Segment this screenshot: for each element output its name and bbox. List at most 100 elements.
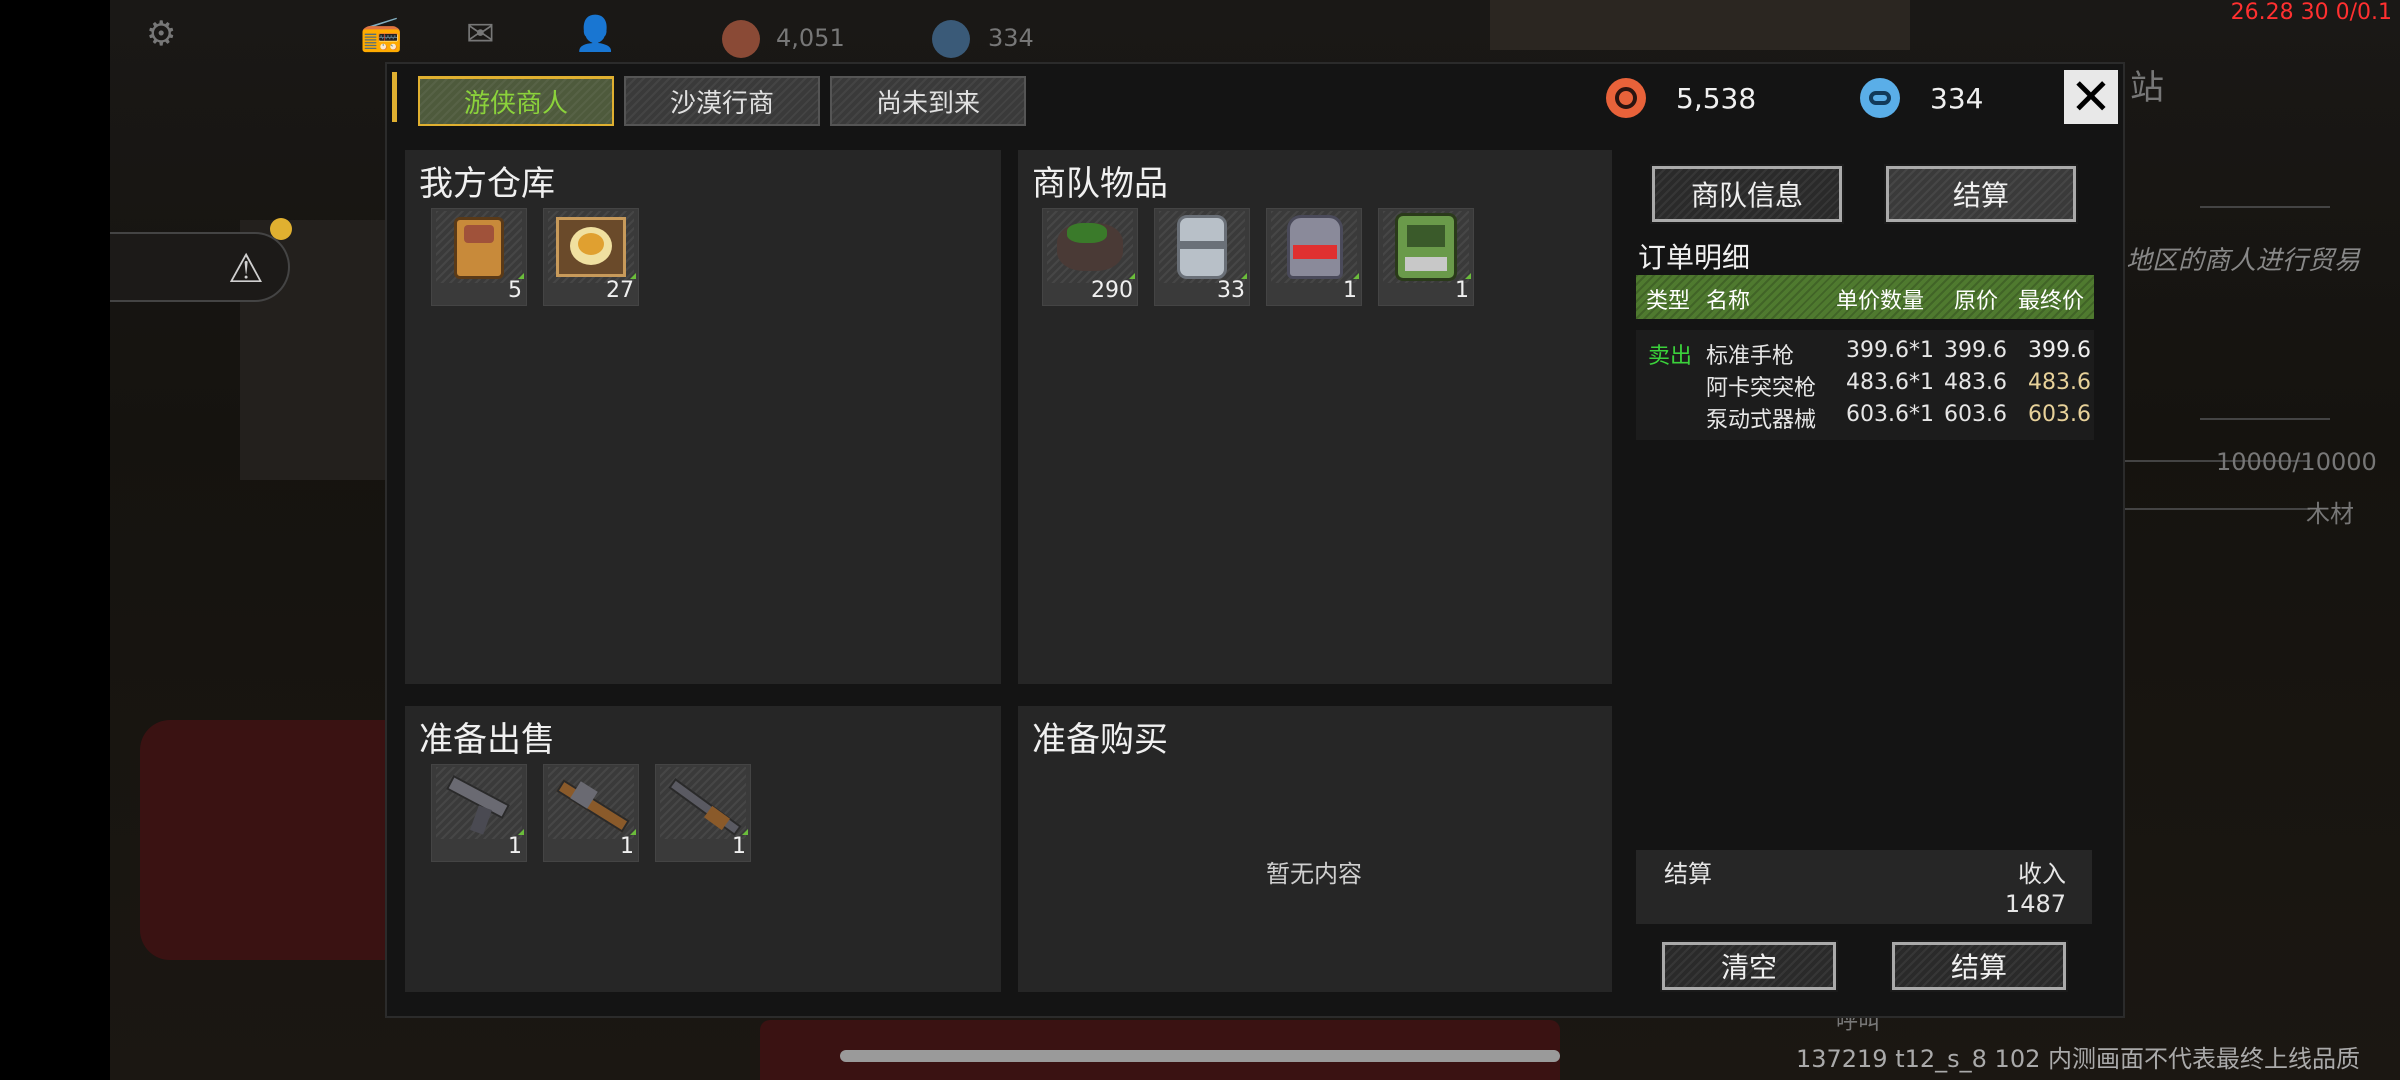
red-tree-patch bbox=[140, 720, 420, 960]
tab-accent-bar bbox=[392, 72, 397, 122]
shotgun-icon bbox=[660, 767, 746, 839]
row-unit-qty: 483.6*1 bbox=[1846, 370, 1934, 395]
close-button[interactable]: ✕ bbox=[2064, 70, 2118, 124]
inventory-slot[interactable]: 5 bbox=[431, 208, 527, 306]
checkout-tab-button[interactable]: 结算 bbox=[1884, 164, 2078, 224]
row-name: 泵动式器械 bbox=[1706, 408, 1817, 433]
backpack-icon bbox=[436, 211, 522, 283]
gear-balance: 334 bbox=[1860, 76, 1983, 120]
item-quantity: 5 bbox=[508, 278, 522, 303]
order-table-header: 类型 名称 单价数量 原价 最终价 bbox=[1636, 275, 2094, 319]
coin-balance: 5,538 bbox=[1606, 76, 1756, 120]
row-unit-qty: 603.6*1 bbox=[1846, 402, 1934, 427]
item-quantity: 1 bbox=[1343, 278, 1357, 303]
coin-balance-value: 5,538 bbox=[1676, 81, 1757, 115]
tab-not-arrived[interactable]: 尚未到来 bbox=[830, 76, 1026, 126]
divider-line bbox=[2200, 206, 2330, 208]
item-slots: 5 27 bbox=[431, 208, 639, 306]
caravan-info-button[interactable]: 商队信息 bbox=[1650, 164, 1844, 224]
header-type: 类型 bbox=[1646, 289, 1691, 314]
item-quantity: 33 bbox=[1217, 278, 1245, 303]
armor-vest-icon bbox=[1383, 211, 1469, 283]
radio-icon[interactable]: 📻 bbox=[360, 14, 402, 54]
header-unit-qty: 单价数量 bbox=[1836, 289, 1925, 314]
table-row: 卖出 标准手枪 399.6*1 399.6 399.6 bbox=[1636, 338, 2094, 369]
ready-to-sell-panel: 准备出售 1 1 1 bbox=[405, 706, 1001, 992]
build-info-text: 137219 t12_s_8 102 内测画面不代表最终上线品质 bbox=[1795, 1045, 2360, 1073]
order-table-body: 卖出 标准手枪 399.6*1 399.6 399.6 阿卡突突枪 483.6*… bbox=[1636, 330, 2094, 440]
alert-button[interactable]: ⚠ bbox=[110, 218, 292, 302]
panel-title: 准备购买 bbox=[1032, 720, 1168, 760]
tab-desert-trader[interactable]: 沙漠行商 bbox=[624, 76, 820, 126]
row-final-price: 483.6 bbox=[2028, 370, 2091, 395]
warning-icon: ⚠ bbox=[228, 246, 264, 292]
tab-ranger-merchant[interactable]: 游侠商人 bbox=[418, 76, 614, 126]
inventory-slot[interactable]: 1 bbox=[1378, 208, 1474, 306]
wood-label: 木材 bbox=[2306, 500, 2354, 528]
capacity-text: 10000/10000 bbox=[2216, 448, 2377, 476]
table-row: 泵动式器械 603.6*1 603.6 603.6 bbox=[1636, 402, 2094, 433]
inventory-slot[interactable]: 1 bbox=[655, 764, 751, 862]
order-details-title: 订单明细 bbox=[1638, 241, 1751, 274]
row-name: 阿卡突突枪 bbox=[1706, 376, 1817, 401]
divider-line bbox=[2110, 508, 2310, 510]
fps-counter: 26.28 30 0/0.1 bbox=[2230, 0, 2392, 25]
inventory-slot[interactable]: 1 bbox=[431, 764, 527, 862]
checkout-button[interactable]: 结算 bbox=[1890, 940, 2068, 992]
item-quantity: 1 bbox=[732, 834, 746, 859]
close-icon: ✕ bbox=[2070, 68, 2112, 126]
station-label: 站 bbox=[2130, 68, 2164, 108]
caravan-goods-panel: 商队物品 290 33 1 1 bbox=[1018, 150, 1612, 684]
inventory-slot[interactable]: 33 bbox=[1154, 208, 1250, 306]
food-plate-icon bbox=[548, 211, 634, 283]
inventory-slot[interactable]: 290 bbox=[1042, 208, 1138, 306]
inventory-slot[interactable]: 1 bbox=[543, 764, 639, 862]
inventory-slot[interactable]: 27 bbox=[543, 208, 639, 306]
item-quantity: 290 bbox=[1091, 278, 1133, 303]
clear-button[interactable]: 清空 bbox=[1660, 940, 1838, 992]
gear-currency-icon bbox=[1860, 78, 1900, 118]
income-value: 1487 bbox=[2004, 890, 2066, 918]
panel-title: 我方仓库 bbox=[419, 164, 555, 204]
panel-title: 准备出售 bbox=[419, 720, 555, 760]
item-quantity: 27 bbox=[606, 278, 634, 303]
divider-line bbox=[2200, 418, 2330, 420]
pistol-icon bbox=[436, 767, 522, 839]
item-quantity: 1 bbox=[1455, 278, 1469, 303]
notification-dot bbox=[270, 218, 292, 240]
income-label: 收入 bbox=[2018, 860, 2066, 888]
row-final-price: 603.6 bbox=[2028, 402, 2091, 427]
hud-coin-value: 4,051 bbox=[776, 24, 845, 52]
rifle-icon bbox=[548, 767, 634, 839]
table-row: 阿卡突突枪 483.6*1 483.6 483.6 bbox=[1636, 370, 2094, 401]
metal-canister-icon bbox=[1159, 211, 1245, 283]
person-icon[interactable]: 👤 bbox=[574, 14, 616, 54]
mail-icon[interactable]: ✉ bbox=[466, 14, 495, 54]
home-indicator[interactable] bbox=[840, 1050, 1560, 1062]
hud-gear-value: 334 bbox=[988, 24, 1034, 52]
inventory-slot[interactable]: 1 bbox=[1266, 208, 1362, 306]
item-slots: 1 1 1 bbox=[431, 764, 751, 862]
coin-icon bbox=[722, 20, 760, 58]
item-quantity: 1 bbox=[508, 834, 522, 859]
empty-state-text: 暂无内容 bbox=[1266, 860, 1362, 888]
coin-icon bbox=[1606, 78, 1646, 118]
settlement-summary: 结算 收入 1487 bbox=[1636, 850, 2092, 924]
gear-balance-value: 334 bbox=[1930, 81, 1984, 115]
item-slots: 290 33 1 1 bbox=[1042, 208, 1474, 306]
my-warehouse-panel: 我方仓库 5 27 bbox=[405, 150, 1001, 684]
row-final-price: 399.6 bbox=[2028, 338, 2091, 363]
helmet-icon bbox=[1271, 211, 1357, 283]
row-orig-price: 483.6 bbox=[1944, 370, 2007, 395]
row-unit-qty: 399.6*1 bbox=[1846, 338, 1934, 363]
settings-gear-icon[interactable]: ⚙ bbox=[146, 14, 176, 54]
row-orig-price: 603.6 bbox=[1944, 402, 2007, 427]
header-name: 名称 bbox=[1706, 289, 1751, 314]
wall-strip bbox=[1490, 0, 1910, 50]
gear-currency-icon bbox=[932, 20, 970, 58]
settle-label: 结算 bbox=[1664, 860, 1712, 888]
item-quantity: 1 bbox=[620, 834, 634, 859]
header-final-price: 最终价 bbox=[2018, 289, 2085, 314]
ready-to-buy-panel: 准备购买 暂无内容 bbox=[1018, 706, 1612, 992]
row-orig-price: 399.6 bbox=[1944, 338, 2007, 363]
